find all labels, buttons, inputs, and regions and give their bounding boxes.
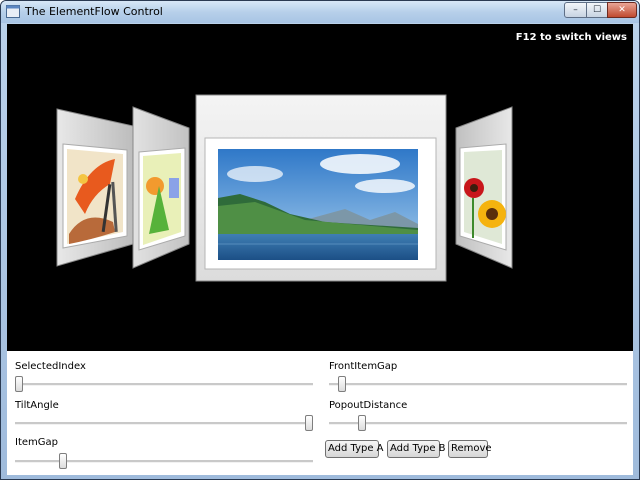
client-area: F12 to switch views SelectedIndex TiltAn… bbox=[7, 24, 633, 475]
controls-panel: SelectedIndex TiltAngle ItemGap FrontIte… bbox=[7, 351, 633, 475]
popout-distance-slider-thumb[interactable] bbox=[358, 415, 366, 431]
front-item-gap-slider-thumb[interactable] bbox=[337, 376, 346, 392]
flow-item-shapes[interactable] bbox=[131, 104, 191, 269]
flow-item-flowers[interactable] bbox=[454, 104, 514, 269]
minimize-button[interactable]: – bbox=[564, 2, 587, 18]
close-button[interactable]: ✕ bbox=[607, 2, 637, 18]
title-bar[interactable]: The ElementFlow Control – ☐ ✕ bbox=[1, 1, 639, 23]
selected-index-label: SelectedIndex bbox=[15, 361, 86, 372]
tilt-angle-slider-track[interactable] bbox=[15, 422, 313, 425]
remove-button[interactable]: Remove bbox=[448, 440, 492, 458]
popout-distance-label: PopoutDistance bbox=[329, 400, 408, 411]
element-flow-view[interactable]: F12 to switch views bbox=[7, 24, 633, 351]
flow-item-palette[interactable] bbox=[55, 104, 135, 269]
front-item-gap-slider-track[interactable] bbox=[329, 383, 627, 386]
flow-item-landscape[interactable] bbox=[195, 94, 447, 282]
tilt-angle-label: TiltAngle bbox=[15, 400, 59, 411]
maximize-button[interactable]: ☐ bbox=[586, 2, 608, 18]
window-title: The ElementFlow Control bbox=[25, 5, 163, 18]
add-type-b-button[interactable]: Add Type B bbox=[387, 440, 446, 458]
app-window: The ElementFlow Control – ☐ ✕ F12 to swi… bbox=[0, 0, 640, 480]
item-gap-label: ItemGap bbox=[15, 437, 58, 448]
selected-index-slider-track[interactable] bbox=[15, 383, 313, 386]
popout-distance-slider-track[interactable] bbox=[329, 422, 627, 425]
selected-index-slider-thumb[interactable] bbox=[15, 376, 23, 392]
add-type-a-button[interactable]: Add Type A bbox=[325, 440, 384, 458]
front-item-gap-label: FrontItemGap bbox=[329, 361, 398, 372]
item-gap-slider-thumb[interactable] bbox=[58, 453, 67, 469]
app-window-icon bbox=[6, 5, 20, 18]
switch-views-hint: F12 to switch views bbox=[515, 32, 627, 43]
tilt-angle-slider-thumb[interactable] bbox=[305, 415, 313, 431]
